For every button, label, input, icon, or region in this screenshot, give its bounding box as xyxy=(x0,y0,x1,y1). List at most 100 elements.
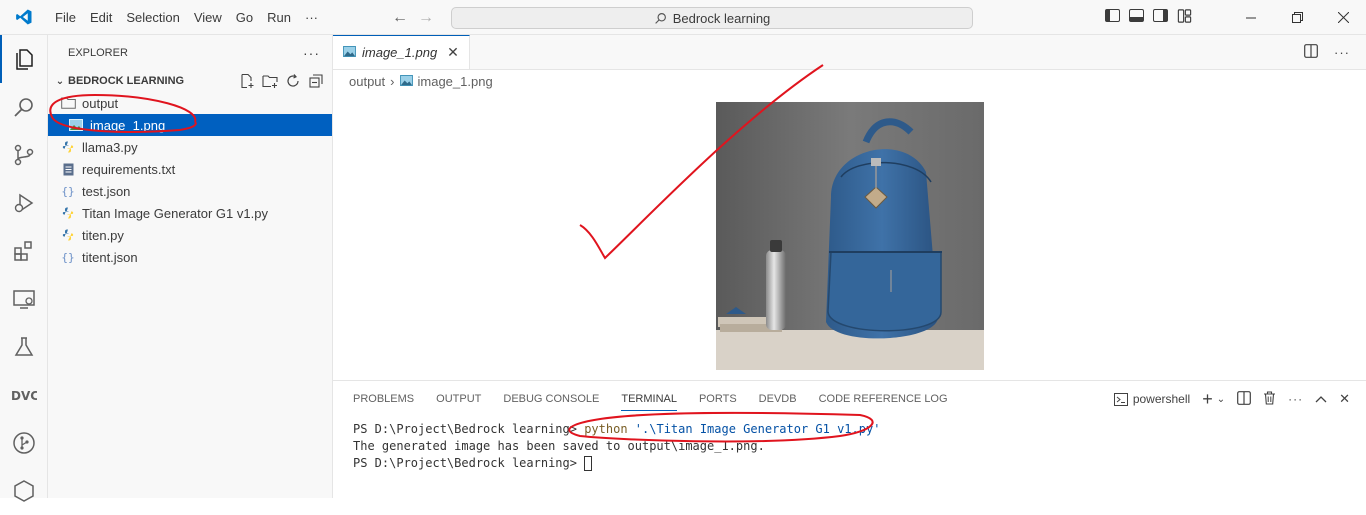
trash-icon[interactable] xyxy=(1263,390,1276,408)
tree-file-titent-json[interactable]: {} titent.json xyxy=(48,246,332,268)
vscode-logo-icon xyxy=(0,0,48,35)
nav-arrows: ← → xyxy=(392,0,434,35)
new-file-icon[interactable] xyxy=(239,73,255,89)
tab-code-reference-log[interactable]: CODE REFERENCE LOG xyxy=(811,381,956,417)
menu-more[interactable]: ··· xyxy=(298,0,325,35)
sidebar-more-button[interactable]: ··· xyxy=(303,45,320,61)
layout-controls xyxy=(1105,9,1192,26)
terminal-cursor xyxy=(584,456,593,471)
python-icon xyxy=(60,139,76,155)
menu-file[interactable]: File xyxy=(48,0,83,35)
terminal-argument: '.\Titan Image Generator G1 v1.py' xyxy=(634,422,881,436)
tree-file-image-1[interactable]: image_1.png xyxy=(48,114,332,136)
testing-flask-icon[interactable] xyxy=(0,323,48,371)
tab-image-1[interactable]: image_1.png ✕ xyxy=(333,35,470,69)
python-icon xyxy=(60,227,76,243)
tree-folder-output[interactable]: output xyxy=(48,92,332,114)
tree-item-label: titent.json xyxy=(82,249,138,265)
tree-file-llama3[interactable]: llama3.py xyxy=(48,136,332,158)
menu-bar: File Edit Selection View Go Run ··· xyxy=(48,0,325,35)
tab-debug-console[interactable]: DEBUG CONSOLE xyxy=(495,381,607,417)
hexagon-extension-icon[interactable] xyxy=(0,467,48,515)
forward-arrow-icon[interactable]: → xyxy=(418,9,434,27)
tree-item-label: image_1.png xyxy=(90,117,166,133)
tab-problems[interactable]: PROBLEMS xyxy=(345,381,422,417)
terminal-line-2: The generated image has been saved to ou… xyxy=(353,439,765,453)
explorer-icon[interactable] xyxy=(0,35,48,83)
close-icon[interactable]: ✕ xyxy=(447,44,459,61)
title-right xyxy=(1105,0,1366,35)
tree-item-label: test.json xyxy=(82,183,131,199)
terminal-shell-selector[interactable]: powershell xyxy=(1113,392,1191,406)
toggle-panel-icon[interactable] xyxy=(1129,9,1144,22)
restore-button[interactable] xyxy=(1274,0,1320,35)
menu-view[interactable]: View xyxy=(187,0,229,35)
terminal-command: python xyxy=(584,422,628,436)
tab-output[interactable]: OUTPUT xyxy=(428,381,489,417)
maximize-panel-icon[interactable] xyxy=(1315,392,1327,406)
tree-file-titen[interactable]: titen.py xyxy=(48,224,332,246)
terminal-line-1: PS D:\Project\Bedrock learning> python '… xyxy=(353,421,1346,438)
close-panel-icon[interactable]: ✕ xyxy=(1339,391,1350,407)
toggle-sidebar-icon[interactable] xyxy=(1105,9,1120,22)
section-actions xyxy=(239,73,332,89)
split-editor-icon[interactable] xyxy=(1304,43,1318,61)
folder-icon xyxy=(60,95,76,111)
json-icon: {} xyxy=(61,184,75,198)
breadcrumb-file[interactable]: image_1.png xyxy=(418,74,493,89)
terminal-output[interactable]: PS D:\Project\Bedrock learning> python '… xyxy=(333,417,1366,476)
run-debug-icon[interactable] xyxy=(0,179,48,227)
image-preview-backpack xyxy=(716,102,984,370)
command-center-search[interactable]: Bedrock learning xyxy=(451,7,973,29)
menu-go[interactable]: Go xyxy=(229,0,260,35)
git-graph-icon[interactable] xyxy=(0,419,48,467)
more-actions-icon[interactable]: ··· xyxy=(1334,45,1350,60)
back-arrow-icon[interactable]: ← xyxy=(392,9,408,27)
new-terminal-icon[interactable]: + xyxy=(1202,389,1213,410)
extensions-icon[interactable] xyxy=(0,227,48,275)
tab-terminal[interactable]: TERMINAL xyxy=(613,381,685,417)
more-actions-icon[interactable]: ··· xyxy=(1288,392,1303,406)
shell-name: powershell xyxy=(1132,392,1191,406)
close-window-button[interactable] xyxy=(1320,0,1366,35)
image-file-icon xyxy=(343,45,356,60)
source-control-icon[interactable] xyxy=(0,131,48,179)
tree-item-label: requirements.txt xyxy=(82,161,176,177)
tree-item-label: llama3.py xyxy=(82,139,138,155)
bottom-panel: PROBLEMS OUTPUT DEBUG CONSOLE TERMINAL P… xyxy=(333,380,1366,498)
terminal-icon xyxy=(1113,392,1128,406)
dvc-icon[interactable]: DVC xyxy=(0,371,48,419)
tab-devdb[interactable]: DEVDB xyxy=(751,381,805,417)
json-icon: {} xyxy=(61,250,75,264)
breadcrumb-output[interactable]: output xyxy=(349,74,385,89)
panel-tabs: PROBLEMS OUTPUT DEBUG CONSOLE TERMINAL P… xyxy=(333,381,1366,417)
workspace-name: BEDROCK LEARNING xyxy=(68,75,185,87)
chevron-down-icon[interactable]: ⌄ xyxy=(1217,394,1225,405)
toggle-secondary-sidebar-icon[interactable] xyxy=(1153,9,1168,22)
menu-edit[interactable]: Edit xyxy=(83,0,119,35)
activity-bar: DVC xyxy=(0,35,48,502)
image-file-icon xyxy=(68,117,84,133)
refresh-icon[interactable] xyxy=(285,73,301,89)
tree-file-titan-generator[interactable]: Titan Image Generator G1 v1.py xyxy=(48,202,332,224)
tab-ports[interactable]: PORTS xyxy=(691,381,745,417)
remote-explorer-icon[interactable] xyxy=(0,275,48,323)
tree-file-requirements[interactable]: requirements.txt xyxy=(48,158,332,180)
tree-file-test-json[interactable]: {} test.json xyxy=(48,180,332,202)
menu-run[interactable]: Run xyxy=(260,0,298,35)
workspace-section-header[interactable]: ⌄ BEDROCK LEARNING xyxy=(48,70,332,92)
terminal-prompt: PS D:\Project\Bedrock learning> xyxy=(353,422,577,436)
customize-layout-icon[interactable] xyxy=(1177,9,1192,26)
menu-selection[interactable]: Selection xyxy=(119,0,186,35)
collapse-all-icon[interactable] xyxy=(308,73,324,89)
panel-actions: powershell + ⌄ ··· ✕ xyxy=(1113,389,1366,410)
explorer-sidebar: EXPLORER ··· ⌄ BEDROCK LEARNING output i… xyxy=(48,35,333,498)
split-terminal-icon[interactable] xyxy=(1237,390,1251,408)
search-label: Bedrock learning xyxy=(672,10,771,26)
minimize-button[interactable] xyxy=(1228,0,1274,35)
new-folder-icon[interactable] xyxy=(262,73,278,89)
editor-actions: ··· xyxy=(1304,35,1366,69)
search-icon[interactable] xyxy=(0,83,48,131)
terminal-line-3: PS D:\Project\Bedrock learning> xyxy=(353,455,1346,472)
editor-tabs: image_1.png ✕ ··· xyxy=(333,35,1366,70)
